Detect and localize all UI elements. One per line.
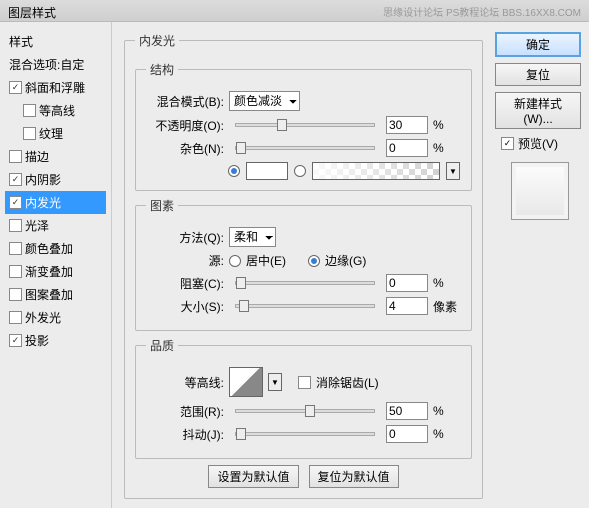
sidebar-item-7[interactable]: 颜色叠加 [5,237,106,260]
reset-default-button[interactable]: 复位为默认值 [309,465,399,488]
gradient-picker[interactable] [312,162,440,180]
elements-group: 图素 方法(Q): 柔和 源: 居中(E) 边缘(G) 阻塞(C): [135,197,472,331]
quality-group: 品质 等高线: ▼ 消除锯齿(L) 范围(R): % 抖动(J): [135,337,472,459]
checkbox-icon[interactable] [9,219,22,232]
sidebar-item-8[interactable]: 渐变叠加 [5,260,106,283]
sidebar-item-0[interactable]: ✓斜面和浮雕 [5,76,106,99]
checkbox-icon[interactable] [9,311,22,324]
checkbox-icon[interactable] [9,242,22,255]
checkbox-icon[interactable] [9,265,22,278]
antialias-checkbox[interactable] [298,376,311,389]
technique-select[interactable]: 柔和 [229,227,276,247]
technique-label: 方法(Q): [146,229,224,246]
sidebar-item-1[interactable]: 等高线 [19,99,106,122]
sidebar-item-5[interactable]: ✓内发光 [5,191,106,214]
checkbox-icon[interactable]: ✓ [9,81,22,94]
jitter-label: 抖动(J): [146,426,224,443]
sidebar-item-3[interactable]: 描边 [5,145,106,168]
size-input[interactable] [386,297,428,315]
ok-button[interactable]: 确定 [495,32,581,57]
source-center-radio[interactable] [229,255,241,267]
checkbox-icon[interactable] [23,104,36,117]
sidebar-item-label: 图案叠加 [25,286,73,303]
right-column: 确定 复位 新建样式(W)... ✓ 预览(V) [495,22,589,508]
color-swatch[interactable] [246,162,288,180]
sidebar-item-6[interactable]: 光泽 [5,214,106,237]
sidebar-item-label: 光泽 [25,217,49,234]
choke-label: 阻塞(C): [146,275,224,292]
sidebar-item-11[interactable]: ✓投影 [5,329,106,352]
sidebar-blend-options[interactable]: 混合选项:自定 [5,53,106,76]
cancel-button[interactable]: 复位 [495,63,581,86]
preview-swatch [511,162,569,220]
sidebar-item-4[interactable]: ✓内阴影 [5,168,106,191]
range-input[interactable] [386,402,428,420]
sidebar-header: 样式 [5,30,106,53]
color-gradient-radio[interactable] [294,165,306,177]
structure-group: 结构 混合模式(B): 颜色减淡 不透明度(O): % 杂色(N): % [135,61,472,191]
new-style-button[interactable]: 新建样式(W)... [495,92,581,129]
checkbox-icon[interactable]: ✓ [9,196,22,209]
checkbox-icon[interactable]: ✓ [9,334,22,347]
noise-slider[interactable] [235,146,375,150]
range-label: 范围(R): [146,403,224,420]
choke-input[interactable] [386,274,428,292]
jitter-slider[interactable] [235,432,375,436]
sidebar-item-label: 描边 [25,148,49,165]
sidebar-item-label: 投影 [25,332,49,349]
color-solid-radio[interactable] [228,165,240,177]
checkbox-icon[interactable] [23,127,36,140]
inner-glow-group: 内发光 结构 混合模式(B): 颜色减淡 不透明度(O): % 杂色(N): [124,32,483,499]
watermark: 思缘设计论坛 PS教程论坛 BBS.16XX8.COM [383,4,581,17]
dialog-title: 图层样式 [8,4,56,17]
checkbox-icon[interactable]: ✓ [9,173,22,186]
source-label: 源: [146,252,224,269]
sidebar-item-label: 内发光 [25,194,61,211]
contour-picker[interactable] [229,367,263,397]
opacity-label: 不透明度(O): [146,117,224,134]
set-default-button[interactable]: 设置为默认值 [208,465,298,488]
styles-sidebar: 样式 混合选项:自定 ✓斜面和浮雕等高线纹理描边✓内阴影✓内发光光泽颜色叠加渐变… [0,22,112,508]
range-slider[interactable] [235,409,375,413]
checkbox-icon[interactable] [9,150,22,163]
sidebar-item-label: 内阴影 [25,171,61,188]
sidebar-item-label: 颜色叠加 [25,240,73,257]
sidebar-item-label: 纹理 [39,125,63,142]
sidebar-item-label: 等高线 [39,102,75,119]
noise-label: 杂色(N): [146,140,224,157]
sidebar-item-label: 斜面和浮雕 [25,79,85,96]
titlebar: 图层样式 思缘设计论坛 PS教程论坛 BBS.16XX8.COM [0,0,589,22]
choke-slider[interactable] [235,281,375,285]
sidebar-item-label: 外发光 [25,309,61,326]
opacity-input[interactable] [386,116,428,134]
sidebar-item-10[interactable]: 外发光 [5,306,106,329]
sidebar-item-label: 渐变叠加 [25,263,73,280]
blend-mode-label: 混合模式(B): [146,93,224,110]
jitter-input[interactable] [386,425,428,443]
preview-checkbox[interactable]: ✓ [501,137,514,150]
size-label: 大小(S): [146,298,224,315]
checkbox-icon[interactable] [9,288,22,301]
panel-title: 内发光 [135,32,179,49]
dialog-body: 样式 混合选项:自定 ✓斜面和浮雕等高线纹理描边✓内阴影✓内发光光泽颜色叠加渐变… [0,22,589,508]
sidebar-item-2[interactable]: 纹理 [19,122,106,145]
source-edge-radio[interactable] [308,255,320,267]
contour-dropdown-icon[interactable]: ▼ [268,373,282,391]
contour-label: 等高线: [146,374,224,391]
noise-input[interactable] [386,139,428,157]
blend-mode-select[interactable]: 颜色减淡 [229,91,300,111]
size-slider[interactable] [235,304,375,308]
gradient-dropdown-icon[interactable]: ▼ [446,162,460,180]
sidebar-item-9[interactable]: 图案叠加 [5,283,106,306]
main-panel: 内发光 结构 混合模式(B): 颜色减淡 不透明度(O): % 杂色(N): [112,22,495,508]
opacity-slider[interactable] [235,123,375,127]
